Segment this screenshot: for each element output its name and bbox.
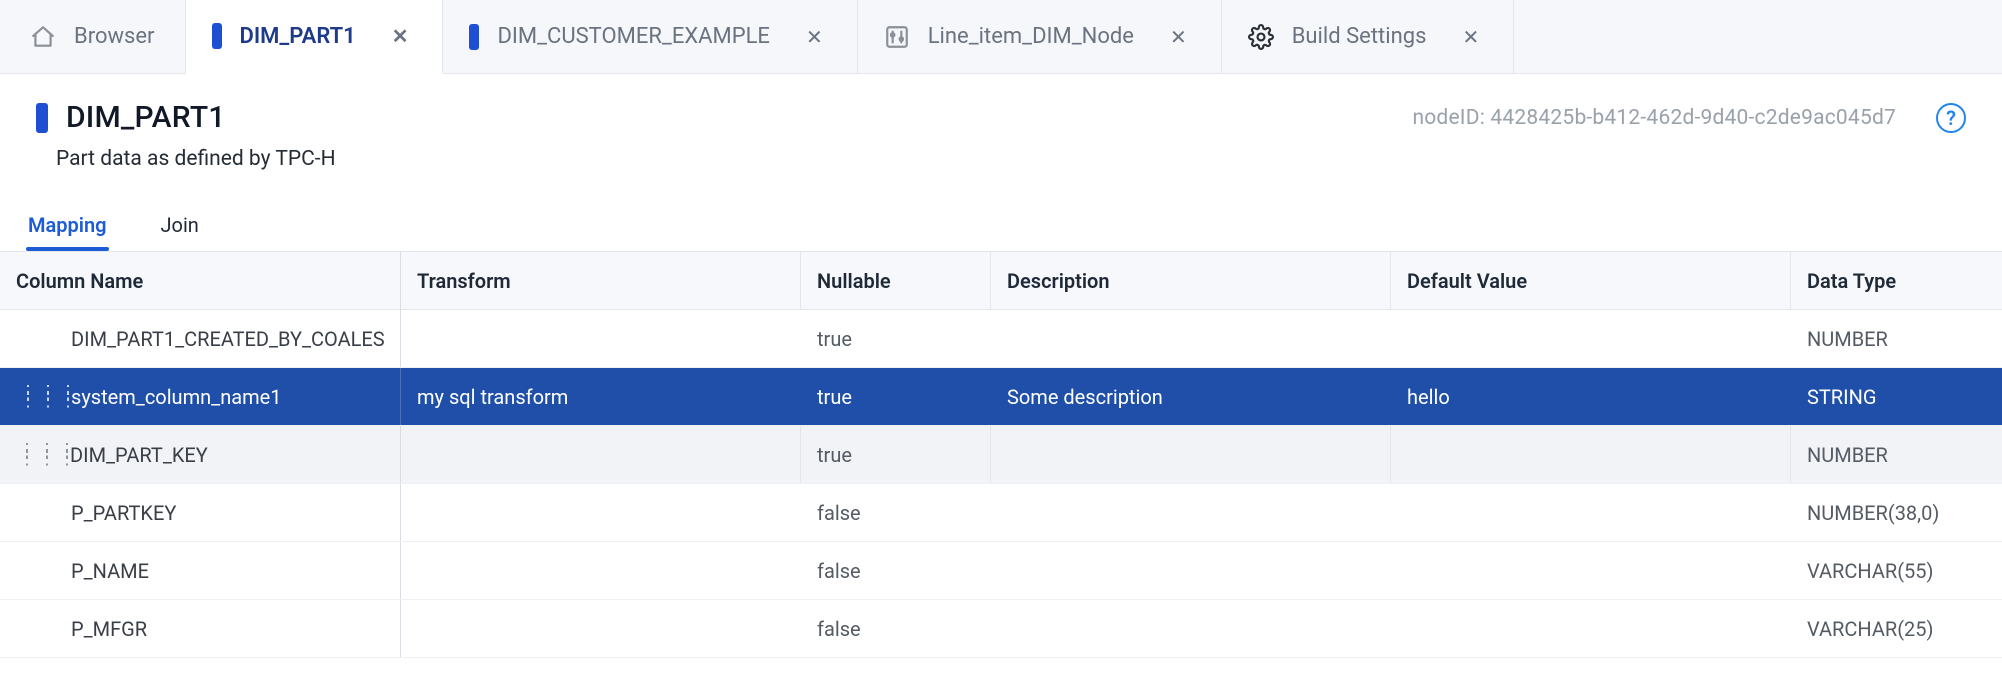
table-row[interactable]: P_PARTKEY false NUMBER(38,0) bbox=[0, 484, 2002, 542]
tab-label: DIM_PART1 bbox=[240, 24, 356, 49]
cell-data-type[interactable]: NUMBER bbox=[1790, 426, 2002, 483]
tab-label: Build Settings bbox=[1292, 24, 1427, 49]
cell-transform[interactable] bbox=[400, 426, 800, 483]
close-icon[interactable]: ✕ bbox=[1166, 23, 1191, 51]
tab-dim-customer-example[interactable]: DIM_CUSTOMER_EXAMPLE ✕ bbox=[443, 0, 857, 73]
cell-default[interactable] bbox=[1390, 542, 1790, 599]
page-subtitle: Part data as defined by TPC-H bbox=[36, 147, 1966, 171]
cell-transform[interactable] bbox=[400, 542, 800, 599]
cell-data-type[interactable]: NUMBER(38,0) bbox=[1790, 484, 2002, 541]
cell-nullable[interactable]: true bbox=[800, 368, 990, 425]
tab-browser[interactable]: Browser bbox=[0, 0, 186, 73]
cell-data-type[interactable]: STRING bbox=[1790, 368, 2002, 425]
cell-column-name[interactable]: ⋮⋮⋮⋮⋮⋮DIM_PART_KEY bbox=[0, 426, 400, 483]
cell-description[interactable] bbox=[990, 600, 1390, 657]
subtab-join[interactable]: Join bbox=[159, 205, 201, 251]
cell-default[interactable] bbox=[1390, 310, 1790, 367]
gear-icon bbox=[1248, 24, 1274, 50]
page-body: DIM_PART1 nodeID: 4428425b-b412-462d-9d4… bbox=[0, 74, 2002, 676]
cell-description[interactable] bbox=[990, 542, 1390, 599]
drag-handle-icon[interactable]: ⋮⋮⋮⋮⋮⋮ bbox=[19, 389, 79, 405]
sliders-icon bbox=[884, 24, 910, 50]
cell-description[interactable]: Some description bbox=[990, 368, 1390, 425]
col-header-nullable[interactable]: Nullable bbox=[800, 252, 990, 309]
cell-description[interactable] bbox=[990, 426, 1390, 483]
cell-description[interactable] bbox=[990, 484, 1390, 541]
title-row: DIM_PART1 nodeID: 4428425b-b412-462d-9d4… bbox=[36, 100, 1966, 135]
cell-default[interactable]: hello bbox=[1390, 368, 1790, 425]
cell-transform[interactable] bbox=[400, 310, 800, 367]
table-row[interactable]: P_MFGR false VARCHAR(25) bbox=[0, 600, 2002, 658]
col-header-name[interactable]: Column Name bbox=[0, 252, 400, 309]
home-icon bbox=[30, 24, 56, 50]
node-chip-icon bbox=[36, 103, 48, 133]
help-icon[interactable]: ? bbox=[1936, 103, 1966, 133]
tab-strip: Browser DIM_PART1 ✕ DIM_CUSTOMER_EXAMPLE… bbox=[0, 0, 2002, 74]
cell-data-type[interactable]: NUMBER bbox=[1790, 310, 2002, 367]
tab-label: DIM_CUSTOMER_EXAMPLE bbox=[497, 24, 769, 49]
cell-default[interactable] bbox=[1390, 600, 1790, 657]
table-header-row: Column Name Transform Nullable Descripti… bbox=[0, 252, 2002, 310]
cell-column-name[interactable]: P_NAME bbox=[0, 542, 400, 599]
close-icon[interactable]: ✕ bbox=[802, 23, 827, 51]
node-chip-icon bbox=[469, 24, 479, 50]
tab-line-item-dim-node[interactable]: Line_item_DIM_Node ✕ bbox=[858, 0, 1222, 73]
subtab-mapping[interactable]: Mapping bbox=[26, 205, 109, 251]
table-row[interactable]: ⋮⋮⋮⋮⋮⋮DIM_PART_KEY true NUMBER bbox=[0, 426, 2002, 484]
tab-build-settings[interactable]: Build Settings ✕ bbox=[1222, 0, 1515, 73]
col-header-transform[interactable]: Transform bbox=[400, 252, 800, 309]
cell-transform[interactable] bbox=[400, 484, 800, 541]
close-icon[interactable]: ✕ bbox=[1458, 23, 1483, 51]
table-row[interactable]: DIM_PART1_CREATED_BY_COALES true NUMBER bbox=[0, 310, 2002, 368]
subtab-strip: Mapping Join bbox=[0, 181, 2002, 251]
page-title: DIM_PART1 bbox=[66, 100, 226, 135]
tab-dim-part1[interactable]: DIM_PART1 ✕ bbox=[186, 0, 444, 74]
cell-column-name[interactable]: P_PARTKEY bbox=[0, 484, 400, 541]
cell-column-name[interactable]: ⋮⋮⋮⋮⋮⋮system_column_name1 bbox=[0, 368, 400, 425]
cell-nullable[interactable]: true bbox=[800, 426, 990, 483]
cell-transform[interactable]: my sql transform bbox=[400, 368, 800, 425]
cell-column-name[interactable]: DIM_PART1_CREATED_BY_COALES bbox=[0, 310, 400, 367]
cell-column-name[interactable]: P_MFGR bbox=[0, 600, 400, 657]
col-header-type[interactable]: Data Type bbox=[1790, 252, 2002, 309]
drag-handle-icon[interactable]: ⋮⋮⋮⋮⋮⋮ bbox=[18, 447, 78, 463]
tab-label: Line_item_DIM_Node bbox=[928, 24, 1134, 49]
page-header: DIM_PART1 nodeID: 4428425b-b412-462d-9d4… bbox=[0, 74, 2002, 181]
cell-nullable[interactable]: false bbox=[800, 542, 990, 599]
col-header-default[interactable]: Default Value bbox=[1390, 252, 1790, 309]
close-icon[interactable]: ✕ bbox=[388, 22, 413, 50]
cell-nullable[interactable]: false bbox=[800, 600, 990, 657]
cell-transform[interactable] bbox=[400, 600, 800, 657]
col-header-description[interactable]: Description bbox=[990, 252, 1390, 309]
table-row[interactable]: P_NAME false VARCHAR(55) bbox=[0, 542, 2002, 600]
node-id: nodeID: 4428425b-b412-462d-9d40-c2de9ac0… bbox=[1412, 106, 1896, 130]
cell-data-type[interactable]: VARCHAR(25) bbox=[1790, 600, 2002, 657]
table-row[interactable]: ⋮⋮⋮⋮⋮⋮system_column_name1my sql transfor… bbox=[0, 368, 2002, 426]
mapping-grid: Column Name Transform Nullable Descripti… bbox=[0, 251, 2002, 658]
node-chip-icon bbox=[212, 23, 222, 49]
cell-nullable[interactable]: false bbox=[800, 484, 990, 541]
tab-browser-label: Browser bbox=[74, 24, 155, 49]
cell-default[interactable] bbox=[1390, 484, 1790, 541]
cell-description[interactable] bbox=[990, 310, 1390, 367]
cell-default[interactable] bbox=[1390, 426, 1790, 483]
cell-nullable[interactable]: true bbox=[800, 310, 990, 367]
cell-data-type[interactable]: VARCHAR(55) bbox=[1790, 542, 2002, 599]
